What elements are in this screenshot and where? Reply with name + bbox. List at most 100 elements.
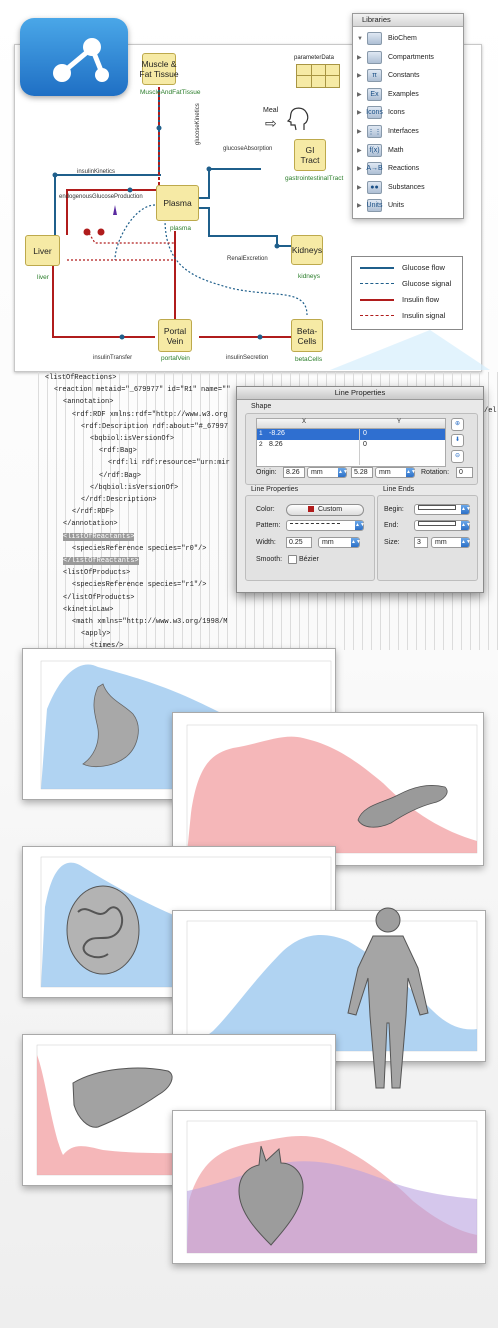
node-id-label: gastrointestinalTract [285, 175, 344, 182]
parameter-data-table-icon[interactable] [296, 64, 340, 88]
color-button[interactable]: Custom [286, 504, 364, 516]
cell-x[interactable]: 8.26 [269, 441, 283, 448]
code-line[interactable]: <listOfProducts> [63, 567, 130, 579]
code-line[interactable]: </bqbiol:isVersionOf> [90, 482, 178, 494]
library-item-constants[interactable]: ▶ π Constants [353, 67, 463, 84]
remove-point-button[interactable]: ⊖ [451, 450, 464, 463]
origin-y-unit-select[interactable]: mm ▲▼ [375, 467, 416, 478]
simulation-plot-heart [172, 1110, 486, 1264]
points-table[interactable]: X Y 1 -8.26 0 2 8.26 0 [256, 418, 446, 467]
code-line[interactable]: <math xmlns="http://www.w3.org/1998/M [72, 616, 227, 628]
stepper-arrows-icon: ▲▼ [461, 521, 471, 530]
code-line[interactable]: <rdf:Bag> [99, 445, 137, 457]
origin-x-unit-select[interactable]: mm ▲▼ [307, 467, 348, 478]
code-line[interactable]: <kineticLaw> [63, 604, 113, 616]
unit-value: mm [322, 539, 334, 546]
math-function-icon: f(x) [367, 143, 382, 157]
library-item-compartments[interactable]: ▶ Compartments [353, 49, 463, 66]
liver-image [72, 1067, 173, 1128]
code-line[interactable]: </rdf:Bag> [99, 470, 141, 482]
legend-label: Glucose flow [402, 263, 445, 272]
library-item-reactions[interactable]: ▶ A→B Reactions [353, 160, 463, 177]
disclosure-collapsed-icon[interactable]: ▶ [357, 147, 367, 154]
legend-label: Insulin flow [402, 295, 440, 304]
code-text: </rdf:Description> [81, 496, 157, 504]
disclosure-collapsed-icon[interactable]: ▶ [357, 54, 367, 61]
cell-x[interactable]: -8.26 [269, 430, 285, 437]
code-line[interactable]: </listOfProducts> [63, 592, 134, 604]
library-item-interfaces[interactable]: ▶ ⋮⋮ Interfaces [353, 123, 463, 140]
cell-y[interactable]: 0 [363, 441, 367, 448]
code-line[interactable]: </rdf:RDF> [72, 506, 114, 518]
disclosure-collapsed-icon[interactable]: ▶ [357, 128, 367, 135]
origin-x-field[interactable]: 8.26 [283, 467, 305, 478]
origin-label: Origin: [256, 469, 277, 476]
intestine-image [66, 885, 140, 975]
pattern-select[interactable]: ▲▼ [286, 520, 365, 531]
begin-end-select[interactable]: ▲▼ [414, 504, 471, 515]
disclosure-collapsed-icon[interactable]: ▶ [357, 91, 367, 98]
code-right-fragment: /el [484, 407, 497, 415]
add-point-button[interactable]: ⊕ [451, 418, 464, 431]
code-line[interactable]: <reaction metaid="_679977" id="R1" name=… [54, 384, 230, 396]
library-item-math[interactable]: ▶ f(x) Math [353, 142, 463, 159]
table-header-row: X Y [257, 419, 445, 429]
code-text: <annotation> [63, 398, 114, 407]
glucose-flow-swatch [360, 266, 394, 269]
library-item-substances[interactable]: ▶ ●● Substances [353, 179, 463, 196]
width-unit-select[interactable]: mm ▲▼ [318, 537, 361, 548]
code-line[interactable]: <bqbiol:isVersionOf> [90, 433, 174, 445]
code-line[interactable]: <listOfReactions> [45, 372, 116, 384]
code-line[interactable]: <apply> [81, 628, 110, 640]
dash-pattern-icon [290, 523, 340, 524]
edge-label-insulin-secretion: insulinSecretion [226, 355, 269, 361]
node-gi-tract[interactable]: GI Tract [294, 139, 326, 171]
legend: Glucose flow Glucose signal Insulin flow… [351, 256, 463, 330]
legend-item: Insulin flow [360, 295, 439, 304]
code-line[interactable]: <listOfReactants> [63, 531, 135, 543]
code-line[interactable]: <annotation> [63, 396, 113, 408]
code-line[interactable]: <speciesReference species="r1"/> [72, 579, 206, 591]
library-item-examples[interactable]: ▶ Ex Examples [353, 86, 463, 103]
disclosure-expanded-icon[interactable]: ▼ [357, 36, 367, 42]
disclosure-collapsed-icon[interactable]: ▶ [357, 202, 367, 209]
code-line[interactable]: <speciesReference species="r0"/> [72, 543, 206, 555]
code-line[interactable]: <rdf:Description rdf:about="#_67997 [81, 421, 228, 433]
table-row[interactable]: 2 8.26 0 [257, 440, 445, 451]
units-icon: Units [367, 199, 382, 213]
node-beta-cells[interactable]: Beta- Cells [291, 319, 323, 352]
stepper-arrows-icon: ▲▼ [461, 538, 471, 547]
node-id-label: liver [37, 274, 49, 281]
smooth-bezier-checkbox[interactable] [288, 555, 297, 564]
move-point-down-button[interactable]: ⬇ [451, 434, 464, 447]
size-field[interactable]: 3 [414, 537, 428, 548]
legend-label: Insulin signal [402, 311, 446, 320]
cell-y[interactable]: 0 [363, 430, 367, 437]
node-plasma[interactable]: Plasma [156, 185, 199, 221]
begin-label: Begin: [384, 506, 404, 513]
node-liver[interactable]: Liver [25, 235, 60, 266]
node-portal-vein[interactable]: Portal Vein [158, 319, 192, 352]
stomach-image [82, 683, 139, 768]
library-item-units[interactable]: ▶ Units Units [353, 197, 463, 214]
code-line[interactable]: </annotation> [63, 518, 118, 530]
node-id-label: plasma [170, 225, 191, 232]
node-kidneys[interactable]: Kidneys [291, 235, 323, 265]
disclosure-collapsed-icon[interactable]: ▶ [357, 72, 367, 79]
width-field[interactable]: 0.25 [286, 537, 312, 548]
end-end-select[interactable]: ▲▼ [414, 520, 471, 531]
code-line[interactable]: <rdf:li rdf:resource="urn:mir [108, 457, 230, 469]
node-muscle-fat-tissue[interactable]: Muscle & Fat Tissue [139, 53, 179, 85]
code-line[interactable]: </listOfReactants> [63, 555, 139, 567]
color-swatch [307, 506, 314, 512]
size-unit-select[interactable]: mm ▲▼ [431, 537, 471, 548]
library-item-label: Compartments [388, 53, 434, 61]
code-line[interactable]: </rdf:Description> [81, 494, 157, 506]
library-item-icons[interactable]: ▶ Icons Icons [353, 104, 463, 121]
origin-y-field[interactable]: 5.28 [351, 467, 373, 478]
table-row-selected[interactable]: 1 -8.26 0 [257, 429, 445, 440]
disclosure-collapsed-icon[interactable]: ▶ [357, 184, 367, 191]
rotation-field[interactable]: 0 [456, 467, 473, 478]
code-line[interactable]: <rdf:RDF xmlns:rdf="http://www.w3.org [72, 409, 227, 421]
library-item-biochem[interactable]: ▼ BioChem [353, 30, 463, 47]
